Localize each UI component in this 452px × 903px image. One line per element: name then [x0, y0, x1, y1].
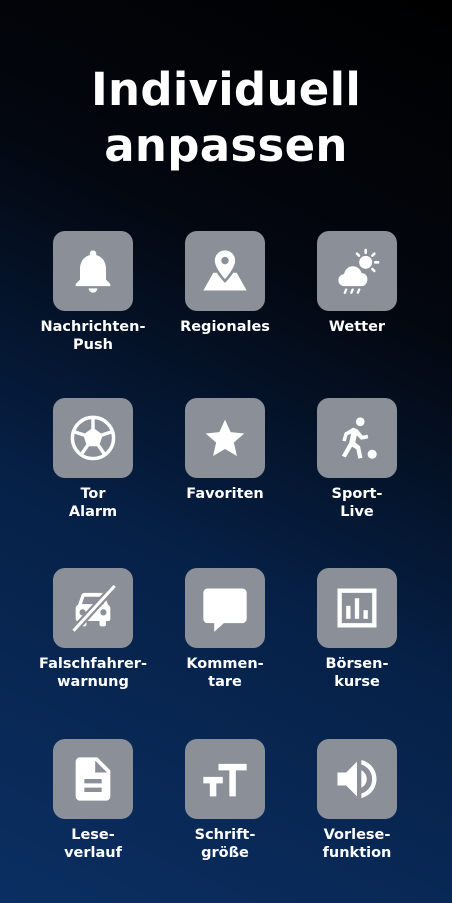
tile-wetter[interactable]: Wetter: [291, 231, 423, 337]
tile-icon-box: [317, 398, 397, 478]
comment-icon: [203, 588, 247, 632]
tile-sport-live[interactable]: Sport- Live: [291, 398, 423, 521]
star-icon: [205, 419, 245, 456]
tile-falschfahrerwarnung[interactable]: Falschfahrer- warnung: [27, 568, 159, 691]
tile-nachrichten-push[interactable]: Nachrichten- Push: [27, 231, 159, 354]
tile-vorlesefunktion[interactable]: Vorlese- funktion: [291, 739, 423, 862]
tile-kommentare[interactable]: Kommen- tare: [159, 568, 291, 691]
tile-leseverlauf[interactable]: Lese- verlauf: [27, 739, 159, 862]
car-crossed-icon: [70, 583, 118, 634]
tile-label-line-2: funktion: [322, 844, 392, 861]
tile-label-line-2: verlauf: [64, 844, 122, 861]
tile-regionales[interactable]: Regionales: [159, 231, 291, 337]
tile-icon-box: [317, 568, 397, 648]
tile-label-line-2: Push: [73, 336, 113, 353]
tile-icon-box: [185, 739, 265, 819]
tile-label-line-1: Tor: [80, 486, 106, 502]
bell-icon: [75, 250, 111, 293]
tile-label-line-2: Live: [340, 503, 374, 520]
tile-label-line-1: Sport-: [331, 486, 383, 502]
tile-label-line-1: Schrift-: [194, 827, 256, 843]
tile-label-line-2: tare: [208, 673, 242, 690]
tile-label-line-1: Favoriten: [186, 486, 264, 502]
tile-label-line-1: Kommen-: [186, 656, 264, 672]
weather-icon: [336, 248, 380, 294]
soccer-player-icon: [341, 417, 377, 459]
title-line-2: anpassen: [104, 119, 348, 172]
tile-label-line-2: Alarm: [68, 503, 118, 520]
tile-icon-box: [53, 231, 133, 311]
tile-icon-box: [185, 231, 265, 311]
text-size-icon: [203, 763, 247, 797]
tile-icon-box: [317, 231, 397, 311]
tile-boersenkurse[interactable]: Börsen- kurse: [291, 568, 423, 691]
tile-label-line-1: Vorlese-: [323, 827, 391, 843]
document-icon: [75, 757, 111, 801]
tile-icon-box: [53, 739, 133, 819]
tile-label-line-1: Wetter: [328, 319, 386, 335]
tile-schriftgroesse[interactable]: Schrift- größe: [159, 739, 291, 862]
tile-label-line-2: kurse: [334, 673, 380, 690]
tile-label-line-2: warnung: [57, 673, 129, 690]
page-title: Individuell anpassen: [0, 62, 452, 174]
title-line-1: Individuell: [90, 63, 362, 116]
tile-icon-box: [53, 398, 133, 478]
map-pin-icon: [203, 250, 247, 291]
tile-label-line-1: Nachrichten-: [40, 319, 146, 335]
tile-icon-box: [317, 739, 397, 819]
tile-label-line-1: Börsen-: [325, 656, 389, 672]
soccer-ball-icon: [70, 415, 116, 461]
tile-icon-box: [185, 398, 265, 478]
bar-chart-icon: [337, 588, 377, 628]
tile-label-line-2: größe: [201, 844, 249, 861]
tile-icon-box: [53, 568, 133, 648]
speaker-icon: [337, 759, 377, 799]
tile-icon-box: [185, 568, 265, 648]
tile-label-line-1: Lese-: [71, 827, 115, 843]
tile-tor-alarm[interactable]: Tor Alarm: [27, 398, 159, 521]
tile-label-line-1: Regionales: [180, 319, 270, 335]
tile-favoriten[interactable]: Favoriten: [159, 398, 291, 504]
tile-label-line-1: Falschfahrer-: [39, 656, 147, 672]
